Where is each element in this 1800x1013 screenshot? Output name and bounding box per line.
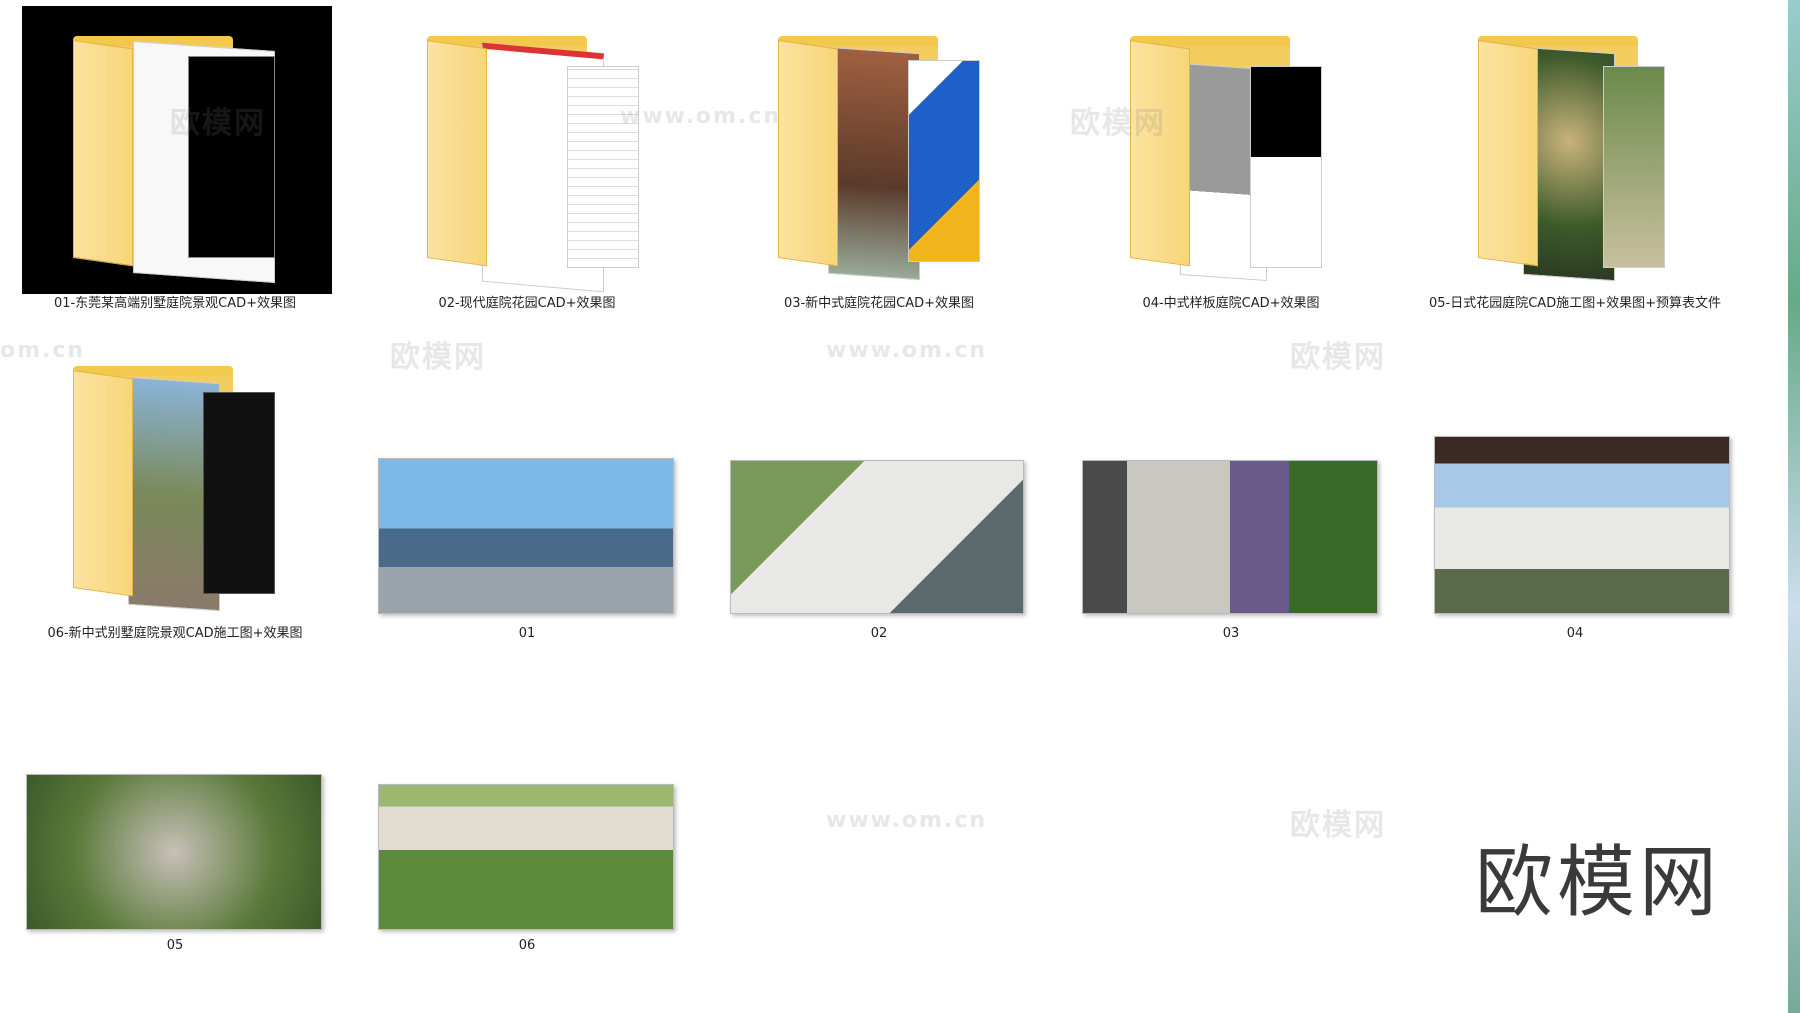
side-image-strip xyxy=(1788,0,1800,1013)
file-explorer-view: 01-东莞某高端别墅庭院景观CAD+效果图 02-现代庭院花园CAD+效果图 0… xyxy=(0,0,1788,1013)
watermark-text: www.om.cn xyxy=(620,104,782,129)
folder-icon[interactable] xyxy=(73,36,283,284)
image-label[interactable]: 05 xyxy=(0,938,350,954)
watermark-text: 欧模网 xyxy=(1290,808,1386,843)
image-thumbnail[interactable] xyxy=(378,458,674,614)
folder-label[interactable]: 03-新中式庭院花园CAD+效果图 xyxy=(704,296,1054,312)
image-label[interactable]: 06 xyxy=(352,938,702,954)
folder-icon[interactable] xyxy=(1478,36,1688,284)
image-label[interactable]: 04 xyxy=(1410,626,1740,642)
image-label[interactable]: 03 xyxy=(1056,626,1406,642)
watermark-text: www.om.cn xyxy=(826,808,988,833)
folder-label[interactable]: 06-新中式别墅庭院景观CAD施工图+效果图 xyxy=(0,626,350,642)
folder-label[interactable]: 02-现代庭院花园CAD+效果图 xyxy=(352,296,702,312)
image-label[interactable]: 01 xyxy=(352,626,702,642)
watermark-text: 欧模网 xyxy=(390,340,486,375)
watermark-text: www.om.cn xyxy=(826,338,988,363)
watermark-text: om.cn xyxy=(0,338,86,363)
folder-label[interactable]: 05-日式花园庭院CAD施工图+效果图+预算表文件 xyxy=(1410,296,1740,312)
brand-logo-text: 欧模网 xyxy=(1475,838,1722,928)
folder-label[interactable]: 01-东莞某高端别墅庭院景观CAD+效果图 xyxy=(0,296,350,312)
folder-icon[interactable] xyxy=(427,36,639,293)
folder-icon[interactable] xyxy=(778,36,988,284)
image-thumbnail[interactable] xyxy=(26,774,322,930)
folder-icon[interactable] xyxy=(73,366,283,614)
image-label[interactable]: 02 xyxy=(704,626,1054,642)
folder-label[interactable]: 04-中式样板庭院CAD+效果图 xyxy=(1056,296,1406,312)
image-thumbnail[interactable] xyxy=(730,460,1024,614)
folder-icon[interactable] xyxy=(1130,36,1340,284)
image-thumbnail[interactable] xyxy=(378,784,674,930)
image-thumbnail[interactable] xyxy=(1082,460,1378,614)
watermark-text: 欧模网 xyxy=(1290,340,1386,375)
image-thumbnail[interactable] xyxy=(1434,436,1730,614)
